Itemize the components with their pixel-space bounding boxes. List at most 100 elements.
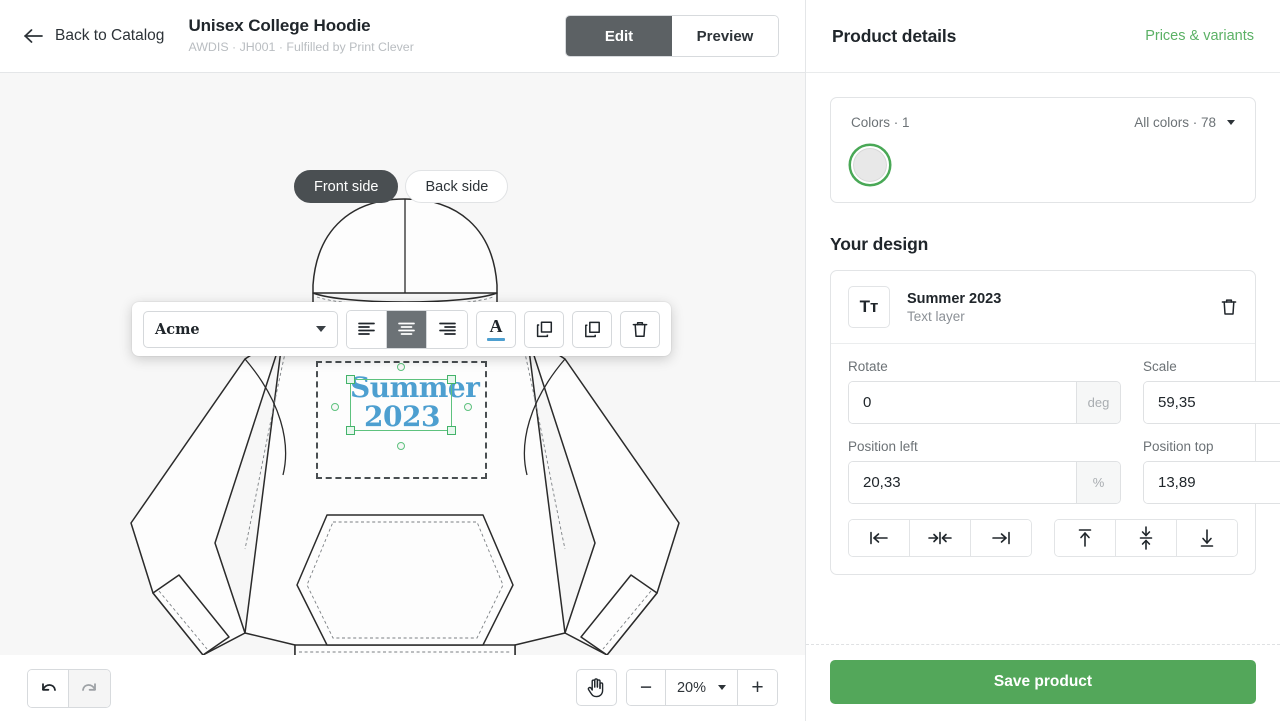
- redo-button[interactable]: [69, 669, 110, 707]
- layer-row[interactable]: Tт Summer 2023 Text layer: [831, 271, 1255, 344]
- all-colors-label: All colors · 78: [1134, 115, 1216, 130]
- garment-side-tabs: Front side Back side: [294, 170, 509, 203]
- product-details-header: Product details Prices & variants: [806, 0, 1280, 73]
- text-color-button[interactable]: A: [476, 310, 516, 348]
- font-family-select[interactable]: Acme: [143, 310, 338, 348]
- align-rows: [848, 519, 1238, 557]
- pan-tool-button[interactable]: [575, 669, 617, 706]
- align-left-icon: [358, 322, 375, 335]
- align-center-icon: [398, 322, 415, 335]
- layer-type: Text layer: [907, 308, 965, 324]
- scale-label: Scale: [1143, 359, 1177, 374]
- history-controls: [27, 668, 111, 708]
- save-product-button[interactable]: Save product: [830, 660, 1256, 704]
- editor-pane: Back to Catalog Unisex College Hoodie AW…: [0, 0, 806, 721]
- vertical-align-group: [1054, 519, 1238, 557]
- zoom-in-button[interactable]: +: [738, 670, 777, 705]
- align-left-edge-icon: [870, 531, 888, 545]
- position-left-field: Position left %: [848, 439, 1121, 504]
- position-top-label: Position top: [1143, 439, 1214, 454]
- scale-input[interactable]: [1144, 382, 1280, 423]
- resize-handle-bottom-center[interactable]: [397, 442, 405, 450]
- resize-handle-bottom-right[interactable]: [447, 426, 456, 435]
- product-subtitle: AWDIS · JH001 · Fulfilled by Print Cleve…: [188, 39, 414, 54]
- rotate-unit: deg: [1076, 382, 1120, 423]
- align-bottom-edge-icon: [1200, 529, 1214, 547]
- align-horizontal-center-icon: [928, 531, 952, 545]
- align-right-icon: [438, 322, 456, 335]
- rotate-input[interactable]: [849, 382, 1076, 423]
- text-layer-icon: Tт: [848, 286, 890, 328]
- back-to-catalog-link[interactable]: Back to Catalog: [24, 27, 164, 45]
- page-title: Unisex College Hoodie: [188, 16, 371, 36]
- align-horizontal-center-button[interactable]: [910, 520, 971, 556]
- layers-button[interactable]: [524, 310, 564, 348]
- font-family-value: Acme: [155, 320, 200, 338]
- product-designer-app: Back to Catalog Unisex College Hoodie AW…: [0, 0, 1280, 721]
- chevron-down-icon: [1227, 120, 1235, 125]
- align-vertical-center-button[interactable]: [1116, 520, 1177, 556]
- resize-handle-bottom-left[interactable]: [346, 426, 355, 435]
- design-canvas[interactable]: Front side Back side Summer 2023 Acme A: [0, 73, 805, 655]
- tab-back-side[interactable]: Back side: [405, 170, 509, 203]
- horizontal-align-group: [848, 519, 1032, 557]
- selection-bounding-box[interactable]: [350, 379, 452, 431]
- layers-icon: [536, 320, 552, 337]
- align-top-edge-button[interactable]: [1055, 520, 1116, 556]
- layer-properties: Rotate deg Scale %: [831, 344, 1280, 574]
- align-left-button[interactable]: [347, 310, 387, 348]
- align-right-edge-button[interactable]: [971, 520, 1031, 556]
- text-color-icon: A: [489, 315, 503, 336]
- resize-handle-top-center[interactable]: [397, 363, 405, 371]
- tab-edit[interactable]: Edit: [566, 16, 672, 56]
- tab-preview[interactable]: Preview: [672, 16, 778, 56]
- duplicate-icon: [584, 321, 600, 337]
- mode-toggle: Edit Preview: [565, 15, 779, 57]
- tab-front-side[interactable]: Front side: [294, 170, 399, 203]
- zoom-level-value: 20%: [676, 679, 706, 696]
- resize-handle-middle-left[interactable]: [331, 403, 339, 411]
- duplicate-button[interactable]: [572, 310, 612, 348]
- color-swatch-selected[interactable]: [851, 146, 889, 184]
- position-top-input[interactable]: [1144, 462, 1280, 503]
- resize-handle-middle-right[interactable]: [464, 403, 472, 411]
- panel-title: Product details: [832, 25, 957, 46]
- position-left-label: Position left: [848, 439, 918, 454]
- back-to-catalog-label: Back to Catalog: [55, 27, 165, 44]
- transform-fields: Rotate deg Scale %: [848, 359, 1280, 424]
- scale-input-wrap: %: [1143, 381, 1280, 424]
- arrow-left-icon: [24, 29, 43, 43]
- text-align-group: [346, 309, 468, 349]
- zoom-stepper: − 20% +: [625, 669, 778, 706]
- rotate-input-wrap: deg: [848, 381, 1121, 424]
- position-top-input-wrap: %: [1143, 461, 1280, 504]
- align-left-edge-button[interactable]: [849, 520, 910, 556]
- resize-handle-top-left[interactable]: [346, 375, 355, 384]
- product-title-block: Unisex College Hoodie AWDIS · JH001 · Fu…: [188, 15, 565, 56]
- editor-bottom-bar: − 20% +: [0, 655, 805, 721]
- delete-layer-button[interactable]: [1220, 297, 1238, 317]
- zoom-out-button[interactable]: −: [626, 670, 666, 705]
- undo-button[interactable]: [28, 669, 69, 707]
- zoom-level-select[interactable]: 20%: [665, 670, 738, 705]
- align-right-button[interactable]: [427, 310, 467, 348]
- all-colors-dropdown[interactable]: All colors · 78: [1134, 115, 1235, 130]
- hand-icon: [588, 678, 604, 698]
- rotate-label: Rotate: [848, 359, 888, 374]
- align-center-button[interactable]: [387, 310, 427, 348]
- scale-field: Scale %: [1143, 359, 1280, 424]
- colors-header-row: Colors · 1 All colors · 78: [851, 115, 1235, 130]
- trash-icon: [1221, 299, 1237, 315]
- position-left-input[interactable]: [849, 462, 1076, 503]
- delete-layer-button[interactable]: [620, 310, 660, 348]
- text-color-swatch: [487, 337, 505, 342]
- position-top-field: Position top %: [1143, 439, 1280, 504]
- layer-meta: Summer 2023 Text layer: [890, 291, 1220, 324]
- rotate-field: Rotate deg: [848, 359, 1121, 424]
- align-bottom-edge-button[interactable]: [1177, 520, 1237, 556]
- product-details-pane: Product details Prices & variants Colors…: [806, 0, 1280, 721]
- chevron-down-icon: [718, 685, 726, 690]
- resize-handle-top-right[interactable]: [447, 375, 456, 384]
- prices-and-variants-link[interactable]: Prices & variants: [1145, 28, 1254, 44]
- align-top-edge-icon: [1078, 529, 1092, 547]
